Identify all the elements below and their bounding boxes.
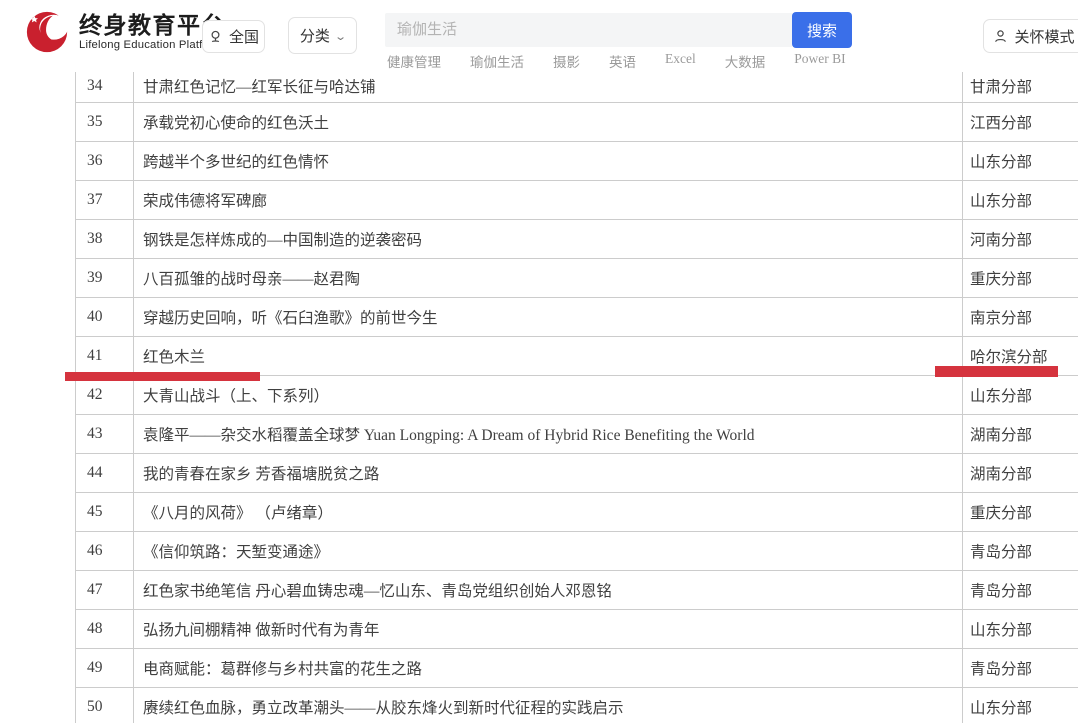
- hot-tag[interactable]: 健康管理: [387, 51, 441, 71]
- table-row[interactable]: 49 电商赋能：葛群修与乡村共富的花生之路 青岛分部: [76, 649, 1078, 688]
- table-row[interactable]: 39 八百孤雏的战时母亲——赵君陶 重庆分部: [76, 259, 1078, 298]
- table-row[interactable]: 34 甘肃红色记忆—红军长征与哈达铺 甘肃分部: [76, 70, 1078, 103]
- platform-logo[interactable]: 终身教育平台 Lifelong Education Platform: [24, 9, 226, 55]
- row-branch-cell: 青岛分部: [963, 532, 1078, 570]
- row-title-cell[interactable]: 《信仰筑路：天堑变通途》: [134, 532, 963, 570]
- row-title-cell[interactable]: 钢铁是怎样炼成的—中国制造的逆袭密码: [134, 220, 963, 258]
- row-branch-cell: 山东分部: [963, 376, 1078, 414]
- row-number-cell: 46: [76, 532, 134, 570]
- row-title-cell[interactable]: 八百孤雏的战时母亲——赵君陶: [134, 259, 963, 297]
- row-number-cell: 37: [76, 181, 134, 219]
- lifelong-education-platform-page: 终身教育平台 Lifelong Education Platform 全国 分类…: [0, 0, 1078, 723]
- highlight-underline-title: [65, 372, 260, 381]
- row-number-cell: 34: [76, 70, 134, 102]
- chevron-down-icon: ⌄: [334, 30, 347, 43]
- location-pin-icon: [208, 29, 223, 44]
- hot-search-tags: 健康管理 瑜伽生活 摄影 英语 Excel 大数据 Power BI: [387, 51, 846, 71]
- row-title-cell[interactable]: 穿越历史回响，听《石臼渔歌》的前世今生: [134, 298, 963, 336]
- row-title-cell[interactable]: 《八月的风荷》 （卢绪章）: [134, 493, 963, 531]
- care-mode-label: 关怀模式: [1014, 26, 1074, 47]
- hot-tag[interactable]: 大数据: [725, 51, 766, 71]
- care-mode-button[interactable]: 关怀模式: [983, 19, 1078, 53]
- row-number-cell: 49: [76, 649, 134, 687]
- row-number-cell: 50: [76, 688, 134, 723]
- hot-tag[interactable]: Excel: [665, 51, 696, 71]
- row-branch-cell: 甘肃分部: [963, 70, 1078, 102]
- search-bar: 搜索: [385, 12, 852, 48]
- table-row[interactable]: 36 跨越半个多世纪的红色情怀 山东分部: [76, 142, 1078, 181]
- row-number-cell: 38: [76, 220, 134, 258]
- top-header: 终身教育平台 Lifelong Education Platform 全国 分类…: [0, 0, 1078, 72]
- row-number-cell: 48: [76, 610, 134, 648]
- row-title-cell[interactable]: 电商赋能：葛群修与乡村共富的花生之路: [134, 649, 963, 687]
- row-number-cell: 41: [76, 337, 134, 375]
- table-row[interactable]: 35 承载党初心使命的红色沃土 江西分部: [76, 103, 1078, 142]
- row-branch-cell: 山东分部: [963, 142, 1078, 180]
- highlight-underline-branch: [935, 366, 1058, 377]
- table-row[interactable]: 44 我的青春在家乡 芳香福塘脱贫之路 湖南分部: [76, 454, 1078, 493]
- row-number-cell: 39: [76, 259, 134, 297]
- person-icon: [993, 29, 1008, 44]
- row-number-cell: 35: [76, 103, 134, 141]
- table-row[interactable]: 48 弘扬九间棚精神 做新时代有为青年 山东分部: [76, 610, 1078, 649]
- row-branch-cell: 重庆分部: [963, 493, 1078, 531]
- table-row[interactable]: 38 钢铁是怎样炼成的—中国制造的逆袭密码 河南分部: [76, 220, 1078, 259]
- row-branch-cell: 山东分部: [963, 181, 1078, 219]
- row-title-cell[interactable]: 袁隆平——杂交水稻覆盖全球梦 Yuan Longping: A Dream of…: [134, 415, 963, 453]
- table-row[interactable]: 46 《信仰筑路：天堑变通途》 青岛分部: [76, 532, 1078, 571]
- table-row[interactable]: 40 穿越历史回响，听《石臼渔歌》的前世今生 南京分部: [76, 298, 1078, 337]
- logo-phoenix-icon: [24, 9, 70, 55]
- row-branch-cell: 青岛分部: [963, 571, 1078, 609]
- row-branch-cell: 河南分部: [963, 220, 1078, 258]
- row-title-cell[interactable]: 承载党初心使命的红色沃土: [134, 103, 963, 141]
- hot-tag[interactable]: 摄影: [553, 51, 580, 71]
- table-row[interactable]: 42 大青山战斗（上、下系列） 山东分部: [76, 376, 1078, 415]
- row-number-cell: 40: [76, 298, 134, 336]
- row-title-cell[interactable]: 红色家书绝笔信 丹心碧血铸忠魂—忆山东、青岛党组织创始人邓恩铭: [134, 571, 963, 609]
- table-row[interactable]: 41 红色木兰 哈尔滨分部: [76, 337, 1078, 376]
- region-button[interactable]: 全国: [202, 20, 265, 53]
- category-dropdown[interactable]: 分类 ⌄: [288, 17, 357, 54]
- row-branch-cell: 重庆分部: [963, 259, 1078, 297]
- search-button[interactable]: 搜索: [792, 12, 852, 48]
- row-title-cell[interactable]: 红色木兰: [134, 337, 963, 375]
- row-title-cell[interactable]: 我的青春在家乡 芳香福塘脱贫之路: [134, 454, 963, 492]
- row-branch-cell: 南京分部: [963, 298, 1078, 336]
- table-row[interactable]: 37 荣成伟德将军碑廊 山东分部: [76, 181, 1078, 220]
- row-number-cell: 45: [76, 493, 134, 531]
- hot-tag[interactable]: 瑜伽生活: [470, 51, 524, 71]
- row-branch-cell: 山东分部: [963, 610, 1078, 648]
- row-title-cell[interactable]: 跨越半个多世纪的红色情怀: [134, 142, 963, 180]
- category-dropdown-label: 分类: [300, 25, 330, 46]
- table-row[interactable]: 43 袁隆平——杂交水稻覆盖全球梦 Yuan Longping: A Dream…: [76, 415, 1078, 454]
- region-button-label: 全国: [229, 26, 259, 47]
- row-branch-cell: 山东分部: [963, 688, 1078, 723]
- search-input[interactable]: [385, 13, 792, 47]
- row-number-cell: 42: [76, 376, 134, 414]
- row-title-cell[interactable]: 弘扬九间棚精神 做新时代有为青年: [134, 610, 963, 648]
- row-branch-cell: 青岛分部: [963, 649, 1078, 687]
- table-row[interactable]: 47 红色家书绝笔信 丹心碧血铸忠魂—忆山东、青岛党组织创始人邓恩铭 青岛分部: [76, 571, 1078, 610]
- row-branch-cell: 湖南分部: [963, 454, 1078, 492]
- course-table: 34 甘肃红色记忆—红军长征与哈达铺 甘肃分部 35 承载党初心使命的红色沃土 …: [75, 70, 1078, 723]
- row-title-cell[interactable]: 赓续红色血脉，勇立改革潮头——从胶东烽火到新时代征程的实践启示: [134, 688, 963, 723]
- table-row[interactable]: 45 《八月的风荷》 （卢绪章） 重庆分部: [76, 493, 1078, 532]
- hot-tag[interactable]: 英语: [609, 51, 636, 71]
- row-branch-cell: 江西分部: [963, 103, 1078, 141]
- table-row[interactable]: 50 赓续红色血脉，勇立改革潮头——从胶东烽火到新时代征程的实践启示 山东分部: [76, 688, 1078, 723]
- hot-tag[interactable]: Power BI: [794, 51, 845, 71]
- row-number-cell: 47: [76, 571, 134, 609]
- row-title-cell[interactable]: 大青山战斗（上、下系列）: [134, 376, 963, 414]
- row-title-cell[interactable]: 甘肃红色记忆—红军长征与哈达铺: [134, 70, 963, 102]
- row-title-cell[interactable]: 荣成伟德将军碑廊: [134, 181, 963, 219]
- row-branch-cell: 湖南分部: [963, 415, 1078, 453]
- row-number-cell: 43: [76, 415, 134, 453]
- row-number-cell: 44: [76, 454, 134, 492]
- row-number-cell: 36: [76, 142, 134, 180]
